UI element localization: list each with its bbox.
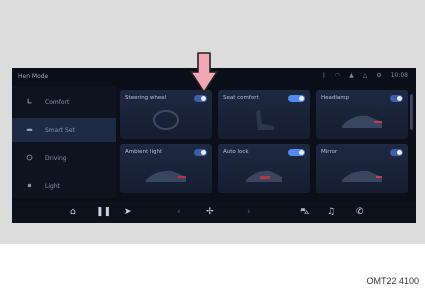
setting-card-mirror[interactable]: Mirror [316,144,408,193]
warning-icon: △ [362,72,368,79]
bottom-dock: ⌂ ❚❚ ➤ ‹ ✢ › ⛍ ♫ ✆ [12,202,416,223]
signal-icon: ▲ [349,72,354,79]
sidebar-item-label: Smart Set [45,127,75,134]
temperature-up-icon[interactable]: › [247,207,251,217]
card-title: Seat comfort [223,95,259,101]
navigation-icon[interactable]: ➤ [124,207,132,217]
card-title: Ambient light [125,149,163,155]
car-image [342,115,382,128]
sidebar-item-label: Driving [45,155,67,162]
pointer-arrow-icon [190,52,218,93]
settings-grid: Steering wheel Seat comfort Headlamp Amb… [120,86,412,198]
sidebar-item-comfort[interactable]: Comfort [12,90,116,114]
car-image [342,170,382,182]
phone-icon[interactable]: ✆ [356,207,364,217]
sidebar-item-label: Light [45,183,60,190]
car-image [146,170,186,182]
bluetooth-icon: ᛒ [322,72,326,79]
card-title: Steering wheel [125,95,167,101]
ambient-toggle[interactable] [194,149,207,156]
sidebar: Comfort Smart Set Driving Light [12,86,116,198]
card-title: Mirror [321,149,338,155]
sidebar-item-driving[interactable]: Driving [12,146,116,170]
home-icon[interactable]: ⌂ [70,207,76,217]
sidebar-item-light[interactable]: Light [12,174,116,198]
mirror-toggle[interactable] [390,149,403,156]
fan-icon[interactable]: ✢ [206,207,214,217]
car-image [246,170,282,182]
gear-icon: ⚙ [376,72,382,79]
steering-toggle[interactable] [194,95,207,102]
setting-card-ambient[interactable]: Ambient light [120,144,212,193]
seat-image [256,110,274,130]
setting-card-headlamp[interactable]: Headlamp [316,90,408,139]
scrollbar[interactable] [410,94,413,130]
sidebar-item-smart-set[interactable]: Smart Set [12,118,116,142]
clock-time: 10:08 [390,72,408,79]
seat-toggle[interactable] [288,95,305,102]
figure-code: OMT22 4100 [366,276,419,286]
steering-wheel-image [153,110,179,130]
car-icon[interactable]: ⛍ [300,207,309,217]
music-icon[interactable]: ♫ [327,207,335,217]
setting-card-steering[interactable]: Steering wheel [120,90,212,139]
autolock-toggle[interactable] [288,149,305,156]
card-title: Headlamp [321,95,350,101]
card-title: Auto lock [223,149,249,155]
home-label[interactable]: Hen Mode [18,73,48,80]
car-icon [26,128,33,131]
steering-icon [26,154,33,161]
setting-card-autolock[interactable]: Auto lock [218,144,310,193]
seat-icon [27,98,32,104]
setting-card-seat[interactable]: Seat comfort [218,90,310,139]
headlamp-toggle[interactable] [390,95,403,102]
temperature-down-icon[interactable]: ‹ [177,207,181,217]
pause-icon[interactable]: ❚❚ [96,207,111,217]
light-icon [27,183,32,188]
sidebar-item-label: Comfort [45,99,70,106]
status-icons: ᛒ ◠ ▲ △ ⚙ 10:08 [322,72,408,79]
wifi-icon: ◠ [334,72,341,79]
